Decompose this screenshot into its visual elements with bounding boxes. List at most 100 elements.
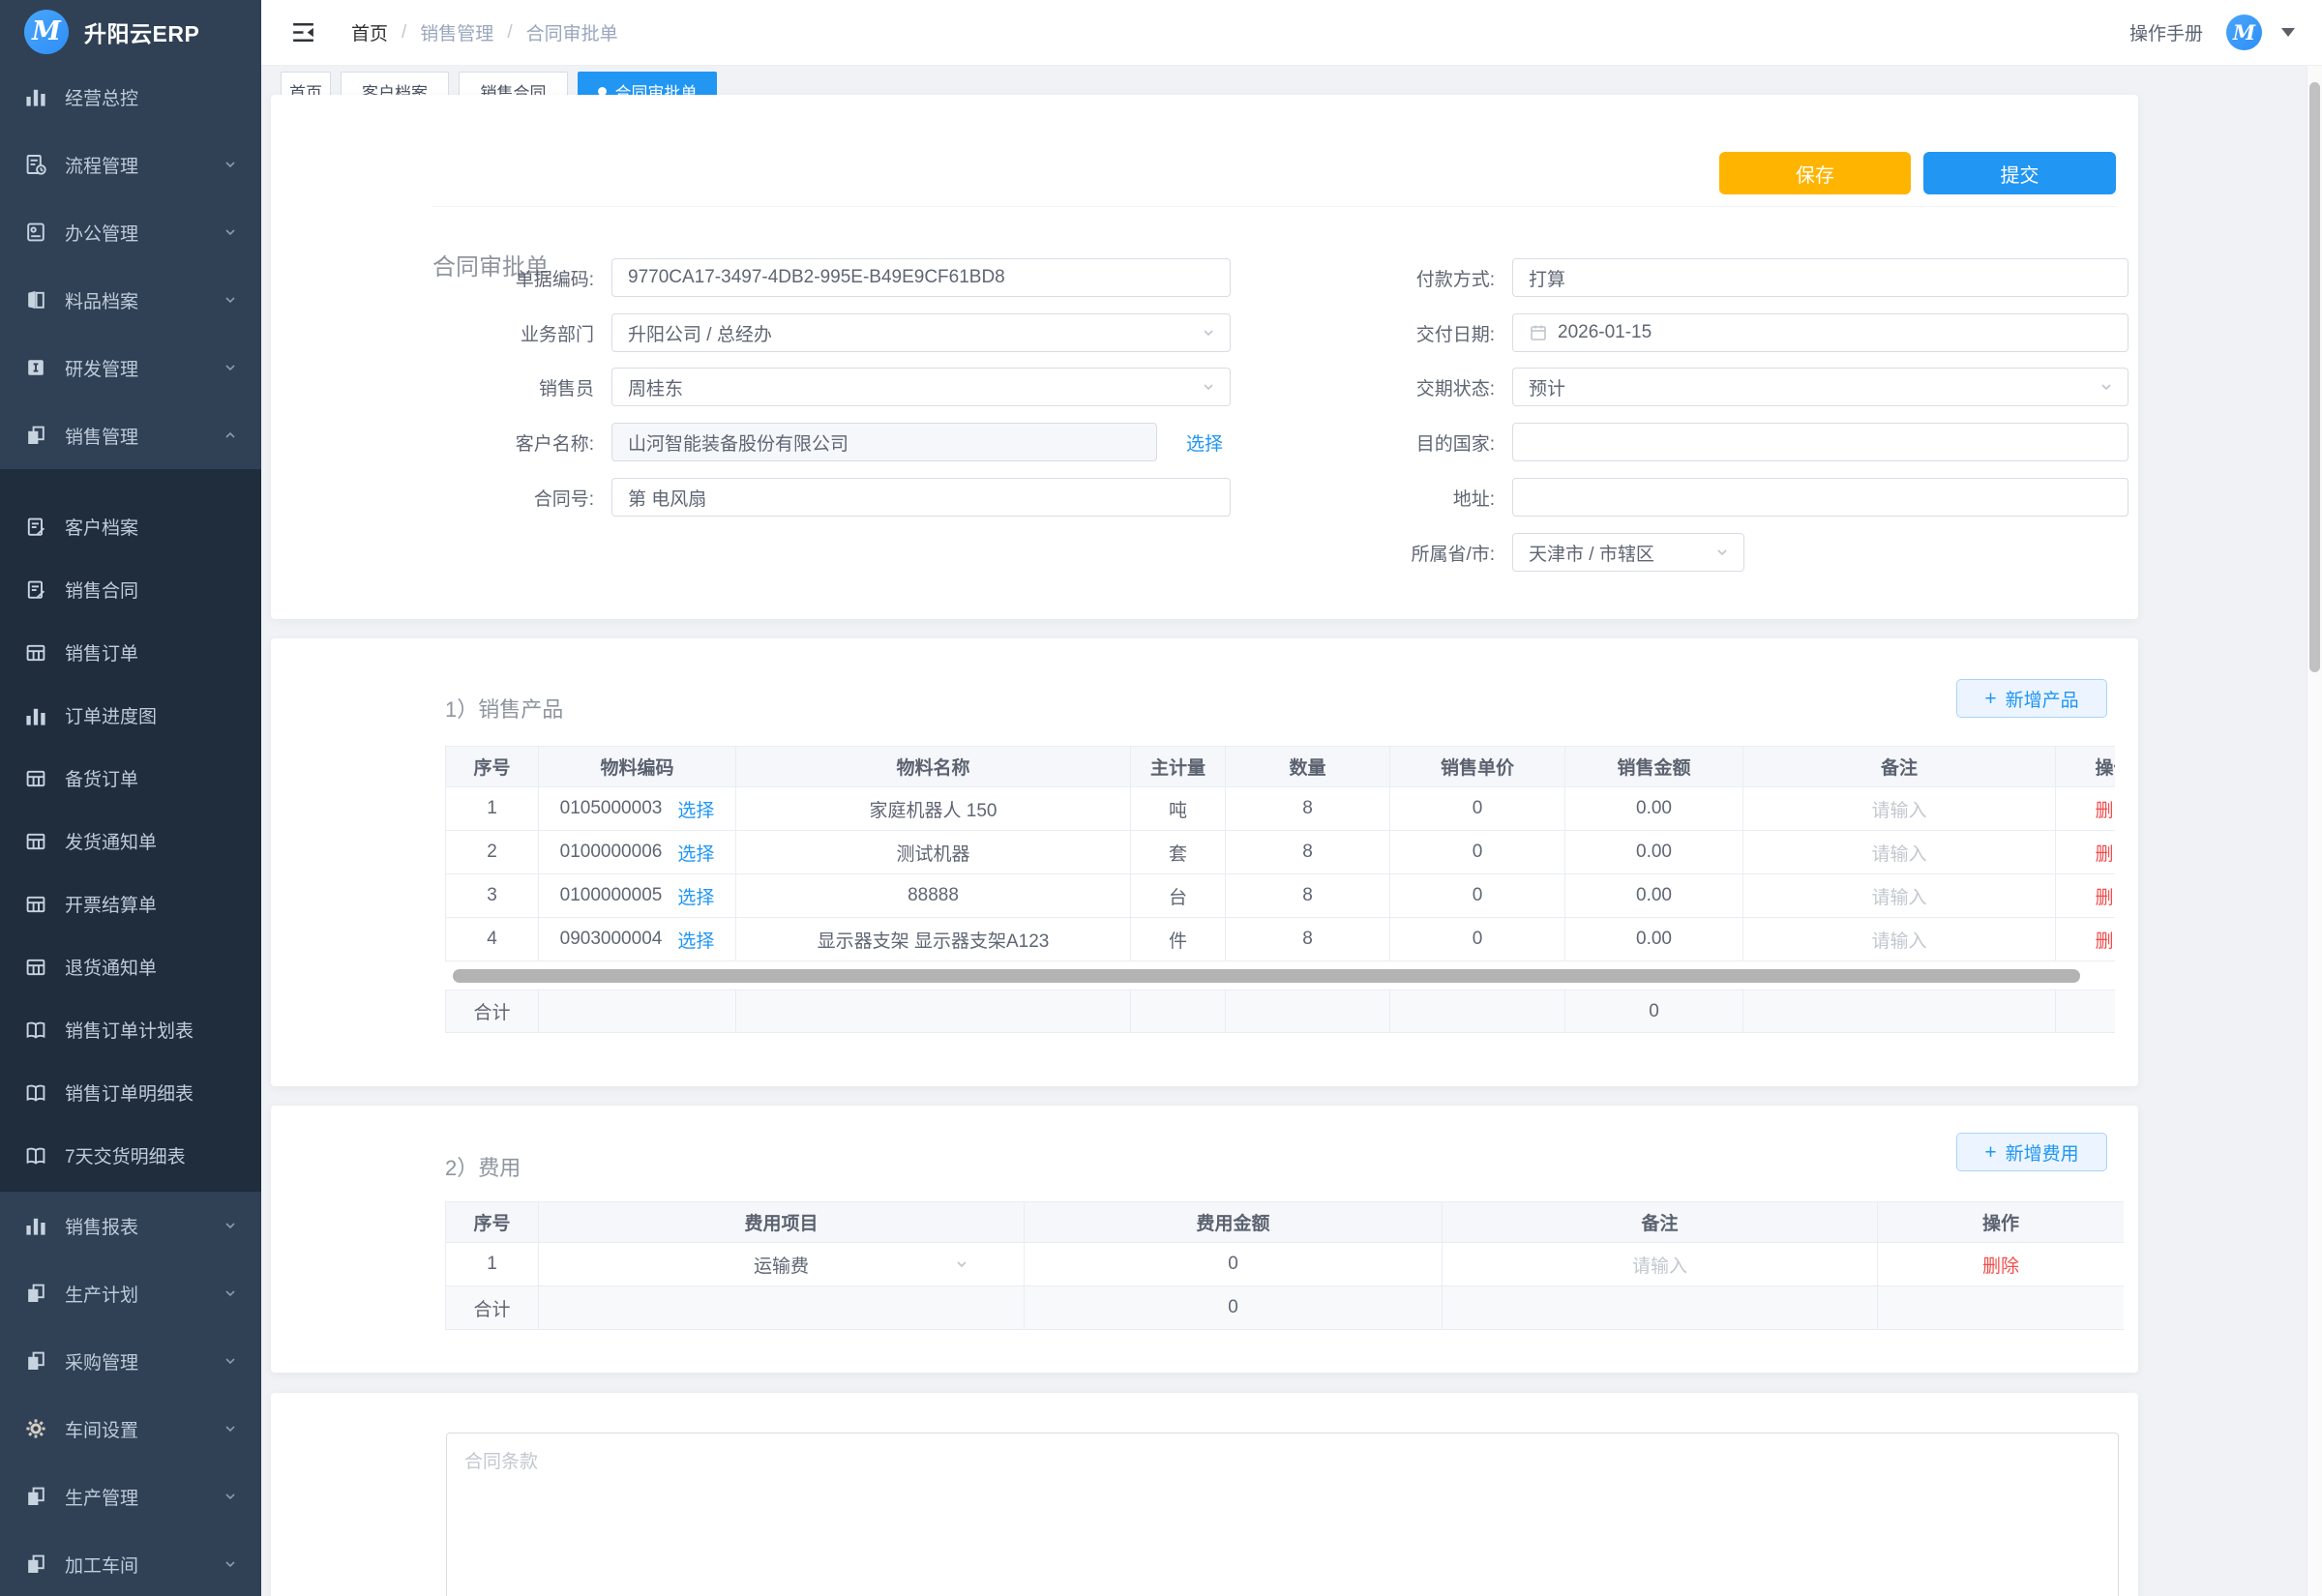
- fees-header-row: 序号 费用项目 费用金额 备注 操作: [446, 1202, 2125, 1243]
- open-book-icon: [24, 1019, 47, 1042]
- field-label: 交期状态:: [1172, 374, 1512, 400]
- address-input[interactable]: [1512, 478, 2128, 517]
- products-section-title: 1）销售产品: [445, 693, 563, 724]
- sidebar-item-sales-mgmt[interactable]: 销售管理: [0, 401, 261, 469]
- cell-qty[interactable]: 8: [1226, 831, 1390, 874]
- sidebar-fold-icon[interactable]: [290, 19, 316, 45]
- cell-qty[interactable]: 8: [1226, 918, 1390, 961]
- hscrollbar-thumb[interactable]: [453, 969, 2080, 983]
- breadcrumb-home[interactable]: 首页: [351, 19, 388, 45]
- customer-value: 山河智能装备股份有限公司: [628, 429, 848, 456]
- avatar[interactable]: M: [2226, 15, 2262, 50]
- sidebar-item-office-mgmt[interactable]: 办公管理: [0, 198, 261, 266]
- col-actions: 操作: [2056, 747, 2116, 787]
- page-scrollbar-thumb[interactable]: [2309, 82, 2320, 672]
- summary-empty: [1878, 1286, 2125, 1330]
- delivery-date-picker[interactable]: 2026-01-15: [1512, 313, 2128, 352]
- sidebar-item-sales-reports[interactable]: 销售报表: [0, 1192, 261, 1259]
- cell-price[interactable]: 0: [1390, 831, 1565, 874]
- sidebar-item-label: 销售订单: [65, 639, 138, 665]
- cell-actions: 删除: [1878, 1243, 2125, 1286]
- delivery-status-select[interactable]: 预计: [1512, 368, 2128, 406]
- sidebar-item-label: 销售订单明细表: [65, 1079, 194, 1106]
- user-menu-caret-icon[interactable]: [2281, 28, 2295, 37]
- sidebar-item-order-detail-report[interactable]: 销售订单明细表: [0, 1061, 261, 1124]
- sidebar-item-return-notice[interactable]: 退货通知单: [0, 935, 261, 998]
- sidebar-item-sales-contract[interactable]: 销售合同: [0, 558, 261, 621]
- sidebar-item-workshop-settings[interactable]: 车间设置: [0, 1395, 261, 1463]
- cell-qty[interactable]: 8: [1226, 787, 1390, 831]
- select-material-link[interactable]: 选择: [677, 883, 714, 909]
- col-unit: 主计量: [1131, 747, 1226, 787]
- sidebar-item-shipping-notice[interactable]: 发货通知单: [0, 810, 261, 872]
- cell-material-code: 0903000004选择: [539, 918, 736, 961]
- sidebar-item-label: 加工车间: [65, 1552, 138, 1578]
- sidebar-item-label: 销售管理: [65, 423, 138, 449]
- cell-note[interactable]: 请输入: [1743, 918, 2056, 961]
- delivery-status-value: 预计: [1529, 374, 1565, 400]
- contract-terms-textarea[interactable]: 合同条款: [446, 1433, 2119, 1596]
- field-dest-country: 目的国家:: [1172, 423, 2128, 461]
- cell-note[interactable]: 请输入: [1743, 874, 2056, 918]
- department-select[interactable]: 升阳公司 / 总经办: [611, 313, 1231, 352]
- sidebar-item-process-mgmt[interactable]: 流程管理: [0, 131, 261, 198]
- sidebar-item-sales-order[interactable]: 销售订单: [0, 621, 261, 684]
- cell-seq: 1: [446, 787, 539, 831]
- field-label: 合同号:: [271, 485, 611, 511]
- sidebar-item-processing-workshop[interactable]: 加工车间: [0, 1530, 261, 1596]
- payment-input[interactable]: 打算: [1512, 258, 2128, 297]
- sidebar-item-material-archive[interactable]: 料品档案: [0, 266, 261, 334]
- submit-button[interactable]: 提交: [1923, 152, 2116, 194]
- add-fee-button[interactable]: + 新增费用: [1956, 1133, 2107, 1171]
- fee-item-select[interactable]: 运输费: [539, 1243, 1025, 1286]
- sidebar-item-rnd-mgmt[interactable]: 研发管理: [0, 334, 261, 401]
- title-divider: [432, 206, 2116, 207]
- cell-actions: 删除: [2056, 787, 2116, 831]
- cell-fee-amount[interactable]: 0: [1025, 1243, 1443, 1286]
- sidebar-item-stock-order[interactable]: 备货订单: [0, 747, 261, 810]
- select-material-link[interactable]: 选择: [677, 840, 714, 866]
- cell-material-code: 0100000006选择: [539, 831, 736, 874]
- cell-price[interactable]: 0: [1390, 787, 1565, 831]
- contract-no-input[interactable]: 第 电风扇: [611, 478, 1231, 517]
- select-material-link[interactable]: 选择: [677, 796, 714, 822]
- province-select[interactable]: 天津市 / 市辖区: [1512, 533, 1744, 572]
- delete-row-link[interactable]: 删除: [2095, 888, 2115, 908]
- delete-row-link[interactable]: 删除: [1982, 1256, 2019, 1277]
- sidebar-item-order-progress-chart[interactable]: 订单进度图: [0, 684, 261, 747]
- cell-price[interactable]: 0: [1390, 874, 1565, 918]
- sidebar-item-label: 7天交货明细表: [65, 1142, 186, 1168]
- save-button[interactable]: 保存: [1719, 152, 1911, 194]
- doc-edit-icon: [24, 578, 47, 602]
- sidebar-item-label: 研发管理: [65, 355, 138, 381]
- cell-note[interactable]: 请输入: [1743, 787, 2056, 831]
- cell-seq: 2: [446, 831, 539, 874]
- dest-country-input[interactable]: [1512, 423, 2128, 461]
- breadcrumb: 首页 / 销售管理 / 合同审批单: [351, 19, 618, 45]
- sidebar-item-customer-archive[interactable]: 客户档案: [0, 495, 261, 558]
- salesperson-select[interactable]: 周桂东: [611, 368, 1231, 406]
- sidebar-item-invoice-settlement[interactable]: 开票结算单: [0, 872, 261, 935]
- fee-row: 1 运输费 0 请输入 删除: [446, 1243, 2125, 1286]
- delete-row-link[interactable]: 删除: [2095, 801, 2115, 821]
- sidebar-item-label: 生产管理: [65, 1484, 138, 1510]
- cell-price[interactable]: 0: [1390, 918, 1565, 961]
- add-product-button[interactable]: + 新增产品: [1956, 679, 2107, 718]
- cell-note[interactable]: 请输入: [1743, 831, 2056, 874]
- sidebar-item-purchase-mgmt[interactable]: 采购管理: [0, 1327, 261, 1395]
- delete-row-link[interactable]: 删除: [2095, 844, 2115, 865]
- manual-link[interactable]: 操作手册: [2129, 19, 2203, 45]
- cell-note[interactable]: 请输入: [1443, 1243, 1878, 1286]
- sidebar-item-business-overview[interactable]: 经营总控: [0, 63, 261, 131]
- sidebar-item-7day-delivery-report[interactable]: 7天交货明细表: [0, 1124, 261, 1187]
- table-grid-icon: [24, 893, 47, 916]
- doc-code-input[interactable]: 9770CA17-3497-4DB2-995E-B49E9CF61BD8: [611, 258, 1231, 297]
- sidebar-item-order-plan-report[interactable]: 销售订单计划表: [0, 998, 261, 1061]
- sidebar-item-production-mgmt[interactable]: 生产管理: [0, 1463, 261, 1530]
- col-material-code: 物料编码: [539, 747, 736, 787]
- sidebar-item-production-plan[interactable]: 生产计划: [0, 1259, 261, 1327]
- app-title: 升阳云ERP: [84, 15, 199, 48]
- select-material-link[interactable]: 选择: [677, 927, 714, 953]
- cell-qty[interactable]: 8: [1226, 874, 1390, 918]
- delete-row-link[interactable]: 删除: [2095, 931, 2115, 952]
